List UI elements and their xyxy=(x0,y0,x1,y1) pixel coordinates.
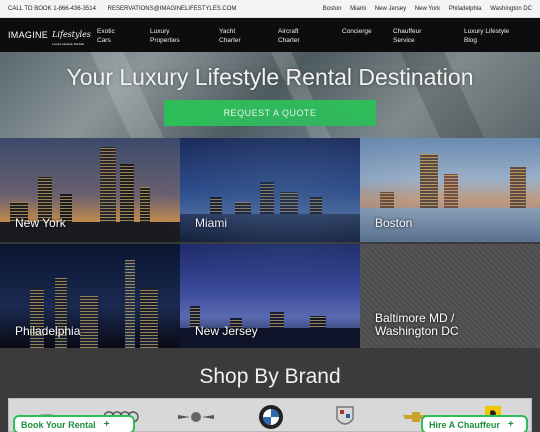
nav-luxury-properties[interactable]: Luxury Properties xyxy=(150,27,180,45)
top-city-miami[interactable]: Miami xyxy=(350,6,366,12)
city-label-boston: Boston xyxy=(375,216,413,230)
plus-icon: + xyxy=(103,419,110,430)
plus-icon: + xyxy=(507,419,514,430)
email-link[interactable]: RESERVATIONS@IMAGINELIFESTYLES.COM xyxy=(108,6,237,12)
city-label-washington-dc: Washington DC xyxy=(375,324,459,338)
nav-aircraft-charter[interactable]: Aircraft Charter xyxy=(278,27,300,45)
bmw-icon[interactable] xyxy=(257,405,285,429)
book-your-rental-button[interactable]: Book Your Rental + xyxy=(13,415,135,432)
hero-banner: Your Luxury Lifestyle Rental Destination… xyxy=(0,52,540,138)
top-city-boston[interactable]: Boston xyxy=(323,6,342,12)
main-nav: IMAGINE Lifestyles Luxury Lifestyle Rent… xyxy=(0,18,540,52)
request-quote-button[interactable]: REQUEST A QUOTE xyxy=(164,100,376,126)
cadillac-icon[interactable] xyxy=(333,405,357,429)
nav-concierge[interactable]: Concierge xyxy=(342,27,372,36)
city-tile-boston[interactable]: Boston xyxy=(360,138,540,242)
nav-chauffeur-service[interactable]: Chauffeur Service xyxy=(393,27,421,45)
city-tile-philadelphia[interactable]: Philadelphia xyxy=(0,244,180,348)
city-label-new-york: New York xyxy=(15,216,66,230)
hero-title: Your Luxury Lifestyle Rental Destination xyxy=(66,64,474,90)
bentley-icon[interactable] xyxy=(175,405,217,429)
logo-tagline: Luxury Lifestyle Rentals xyxy=(52,42,84,46)
site-logo[interactable]: IMAGINE Lifestyles Luxury Lifestyle Rent… xyxy=(0,18,91,52)
city-tile-miami[interactable]: Miami xyxy=(180,138,360,242)
city-tile-baltimore-washington[interactable]: Baltimore MD / Washington DC xyxy=(360,244,540,348)
top-bar: CALL TO BOOK 1-866-436-3514 RESERVATIONS… xyxy=(0,0,540,18)
city-label-philadelphia: Philadelphia xyxy=(15,324,81,338)
nav-yacht-charter[interactable]: Yacht Charter xyxy=(219,27,241,45)
top-city-washington-dc[interactable]: Washington DC xyxy=(490,6,532,12)
hire-a-chauffeur-button[interactable]: Hire A Chauffeur + xyxy=(421,415,528,432)
top-city-new-york[interactable]: New York xyxy=(415,6,440,12)
city-tile-new-jersey[interactable]: New Jersey xyxy=(180,244,360,348)
nav-exotic-cars[interactable]: Exotic Cars xyxy=(97,27,115,45)
top-city-new-jersey[interactable]: New Jersey xyxy=(375,6,406,12)
phone-link[interactable]: CALL TO BOOK 1-866-436-3514 xyxy=(8,6,96,12)
city-tile-new-york[interactable]: New York xyxy=(0,138,180,242)
city-label-miami: Miami xyxy=(195,216,227,230)
shop-by-brand-title: Shop By Brand xyxy=(199,365,341,388)
nav-luxury-lifestyle-blog[interactable]: Luxury Lifestyle Blog xyxy=(464,27,509,45)
logo-word-imagine: IMAGINE xyxy=(8,30,49,40)
top-city-philadelphia[interactable]: Philadelphia xyxy=(449,6,482,12)
logo-word-lifestyles: Lifestyles xyxy=(52,30,91,39)
city-label-new-jersey: New Jersey xyxy=(195,324,258,338)
